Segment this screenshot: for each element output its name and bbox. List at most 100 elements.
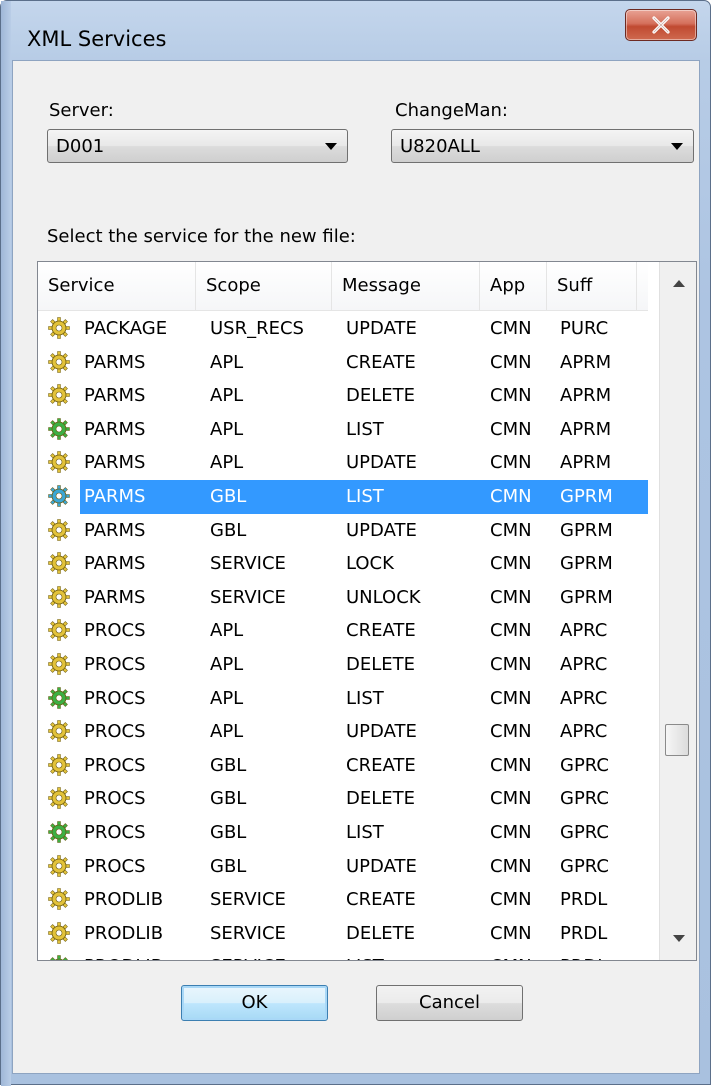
list-prompt: Select the service for the new file: xyxy=(47,226,356,247)
cell-app: CMN xyxy=(490,855,532,877)
ok-button[interactable]: OK xyxy=(181,985,328,1021)
scroll-up-arrow-icon[interactable] xyxy=(673,280,685,287)
cell-app: CMN xyxy=(490,586,532,608)
cell-message: DELETE xyxy=(346,653,416,675)
list-rows: PACKAGE USR_RECS UPDATE CMN PURC PARMS APL CREA… xyxy=(38,312,648,960)
table-row[interactable]: PARMS GBL LIST CMN GPRM xyxy=(38,479,648,514)
server-dropdown[interactable]: D001 xyxy=(47,129,348,163)
table-row[interactable]: PROCS APL DELETE CMN APRC xyxy=(38,648,648,682)
table-row[interactable]: PRODLIB SERVICE LIST CMN PRDL xyxy=(38,950,648,960)
cell-suff: APRM xyxy=(560,452,612,474)
gear-icon xyxy=(48,586,70,608)
column-header-service[interactable]: Service xyxy=(38,262,196,310)
cell-app: CMN xyxy=(490,620,532,642)
table-row[interactable]: PARMS SERVICE LOCK CMN GPRM xyxy=(38,547,648,581)
cell-service: PROCS xyxy=(84,754,146,776)
cell-suff: PRDL xyxy=(560,956,607,960)
gear-icon xyxy=(48,418,70,440)
cell-service: PARMS xyxy=(84,452,146,474)
cell-scope: GBL xyxy=(210,855,247,877)
gear-icon xyxy=(48,653,70,675)
cell-app: CMN xyxy=(490,452,532,474)
table-row[interactable]: PROCS APL UPDATE CMN APRC xyxy=(38,715,648,749)
services-list[interactable]: Service Scope Message App Suff PACKAGE US… xyxy=(37,261,697,961)
cell-message: LOCK xyxy=(346,553,394,575)
cell-message: CREATE xyxy=(346,754,416,776)
column-header-message[interactable]: Message xyxy=(332,262,480,310)
cell-message: DELETE xyxy=(346,922,416,944)
table-row[interactable]: PROCS GBL CREATE CMN GPRC xyxy=(38,749,648,783)
gear-icon xyxy=(48,955,70,960)
gear-icon xyxy=(48,451,70,474)
cell-service: PARMS xyxy=(84,351,146,373)
cell-suff: APRM xyxy=(560,351,612,373)
cell-suff: APRC xyxy=(560,687,608,709)
table-row[interactable]: PROCS GBL DELETE CMN GPRC xyxy=(38,782,648,816)
table-row[interactable]: PROCS APL CREATE CMN APRC xyxy=(38,614,648,648)
table-row[interactable]: PARMS APL LIST CMN APRM xyxy=(38,413,648,447)
table-row[interactable]: PARMS APL CREATE CMN APRM xyxy=(38,346,648,380)
cell-scope: GBL xyxy=(210,485,247,507)
gear-icon xyxy=(48,485,70,507)
scrollbar-thumb[interactable] xyxy=(665,724,689,756)
cell-scope: SERVICE xyxy=(210,922,286,944)
table-row[interactable]: PARMS APL UPDATE CMN APRM xyxy=(38,446,648,480)
cell-message: CREATE xyxy=(346,351,416,373)
table-row[interactable]: PRODLIB SERVICE DELETE CMN PRDL xyxy=(38,917,648,951)
cell-service: PROCS xyxy=(84,821,146,843)
cell-message: LIST xyxy=(346,956,384,960)
scroll-down-arrow-icon[interactable] xyxy=(673,935,685,942)
cell-scope: GBL xyxy=(210,754,247,776)
table-row[interactable]: PROCS GBL UPDATE CMN GPRC xyxy=(38,850,648,884)
cell-suff: GPRC xyxy=(560,855,609,877)
column-header-scope[interactable]: Scope xyxy=(196,262,332,310)
cell-message: DELETE xyxy=(346,385,416,407)
vertical-scrollbar[interactable] xyxy=(659,262,696,960)
column-header-suff[interactable]: Suff xyxy=(547,262,637,310)
cell-app: CMN xyxy=(490,922,532,944)
table-row[interactable]: PROCS APL LIST CMN APRC xyxy=(38,682,648,716)
table-row[interactable]: PARMS APL DELETE CMN APRM xyxy=(38,379,648,413)
cell-scope: USR_RECS xyxy=(210,318,304,339)
cell-scope: APL xyxy=(210,687,244,709)
list-header: Service Scope Message App Suff xyxy=(38,262,648,311)
table-row[interactable]: PACKAGE USR_RECS UPDATE CMN PURC xyxy=(38,312,648,346)
table-row[interactable]: PROCS GBL LIST CMN GPRC xyxy=(38,816,648,850)
cancel-button[interactable]: Cancel xyxy=(376,985,523,1021)
cell-app: CMN xyxy=(490,385,532,407)
cell-suff: GPRC xyxy=(560,788,609,810)
gear-icon xyxy=(48,317,70,339)
gear-icon xyxy=(48,619,70,642)
cell-service: PARMS xyxy=(84,519,146,541)
column-header-app[interactable]: App xyxy=(480,262,547,310)
cell-message: UPDATE xyxy=(346,721,417,743)
gear-icon xyxy=(48,888,70,910)
cell-service: PARMS xyxy=(84,385,146,407)
window-title: XML Services xyxy=(27,27,167,51)
close-button[interactable] xyxy=(625,9,697,41)
cell-app: CMN xyxy=(490,318,532,339)
cell-scope: SERVICE xyxy=(210,956,286,960)
cell-scope: GBL xyxy=(210,519,247,541)
cell-service: PARMS xyxy=(84,418,146,440)
cell-app: CMN xyxy=(490,418,532,440)
server-label: Server: xyxy=(49,100,114,121)
table-row[interactable]: PARMS GBL UPDATE CMN GPRM xyxy=(38,514,648,548)
cell-app: CMN xyxy=(490,788,532,810)
cell-app: CMN xyxy=(490,754,532,776)
cell-suff: PURC xyxy=(560,318,609,339)
cell-message: UPDATE xyxy=(346,519,417,541)
cell-scope: SERVICE xyxy=(210,553,286,575)
gear-icon xyxy=(48,552,70,574)
cell-app: CMN xyxy=(490,653,532,675)
table-row[interactable]: PARMS SERVICE UNLOCK CMN GPRM xyxy=(38,581,648,615)
cell-app: CMN xyxy=(490,821,532,843)
cell-service: PARMS xyxy=(84,485,146,507)
cell-suff: PRDL xyxy=(560,889,608,911)
cell-app: CMN xyxy=(490,956,532,960)
cell-scope: GBL xyxy=(210,821,247,843)
table-row[interactable]: PRODLIB SERVICE CREATE CMN PRDL xyxy=(38,883,648,917)
cell-suff: APRM xyxy=(560,418,612,440)
gear-icon xyxy=(48,787,70,810)
changeman-dropdown[interactable]: U820ALL xyxy=(391,129,694,163)
